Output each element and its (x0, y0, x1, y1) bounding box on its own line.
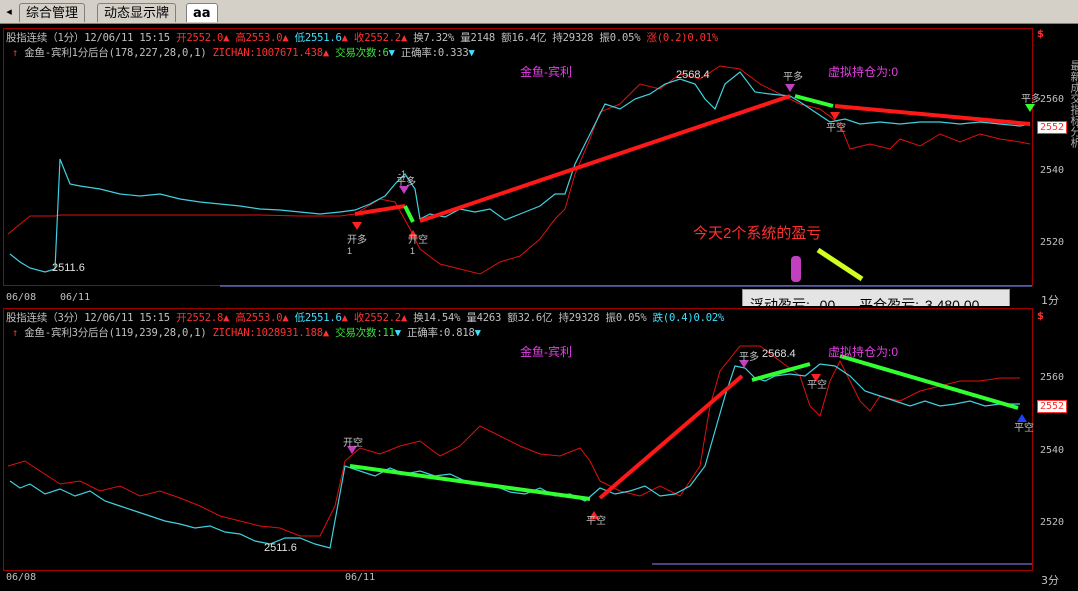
signal-num: 1 (347, 246, 352, 256)
trade-line (751, 362, 811, 382)
axis-tick: 2540 (1040, 445, 1065, 456)
signal-close-long: 平多 (1021, 92, 1041, 105)
trade-line (598, 374, 744, 500)
strategy-label: 金鱼-宾利 (520, 64, 572, 79)
low-price-label: 2511.6 (264, 542, 297, 554)
side-panel-tabs[interactable]: 最新成交指标分析 (1067, 60, 1078, 260)
highlight-blob (791, 256, 801, 282)
signal-num: 1 (410, 246, 415, 256)
trade-line (419, 94, 791, 223)
signal-num: -1 (398, 169, 406, 179)
date-label: 06/08 (6, 292, 37, 303)
period-label[interactable]: 3分 (1041, 572, 1059, 588)
add-indicator-icon[interactable]: $ (1037, 311, 1044, 322)
peak-price-label: 2568.4 (762, 348, 796, 360)
last-price-tag: 2552 (1037, 121, 1068, 134)
strategy-label: 金鱼-宾利 (520, 344, 572, 359)
signal-close-short: 平空 (826, 121, 846, 134)
signal-close-short: 平空 (1014, 421, 1034, 434)
tab-bar: ◂ 综合管理 动态显示牌 aa (0, 0, 1078, 24)
signal-close-long: 平多 (783, 70, 803, 83)
trade-line (349, 464, 591, 501)
signal-close-long: 平多 (739, 350, 759, 363)
signal-close-short: 平空 (807, 378, 827, 391)
virtual-position-label: 虚拟持仓为:0 (828, 344, 898, 359)
axis-tick: 2520 (1040, 237, 1065, 248)
add-indicator-icon[interactable]: $ (1037, 29, 1044, 40)
date-label: 06/11 (345, 572, 376, 583)
axis-tick: 2520 (1040, 517, 1065, 528)
signal-open-short: 开空 (343, 436, 363, 449)
trade-line (839, 354, 1019, 410)
signal-open-long: 开多 (347, 233, 367, 246)
peak-price-label: 2568.4 (676, 69, 710, 81)
trade-line (834, 104, 1031, 126)
tab-dynamic-board[interactable]: 动态显示牌 (97, 3, 177, 22)
tab-comprehensive-management[interactable]: 综合管理 (19, 3, 86, 22)
low-price-label: 2511.6 (52, 262, 85, 274)
signal-close-short: 平空 (586, 514, 606, 527)
axis-tick: 2560 (1040, 372, 1065, 383)
axis-tick: 2540 (1040, 165, 1065, 176)
trade-line (403, 205, 415, 223)
virtual-position-label: 虚拟持仓为:0 (828, 64, 898, 79)
annotation-text: 今天2个系统的盈亏 (693, 225, 821, 242)
chart-panel-3min[interactable]: 股指连续（3分）12/06/11 15:15 开2552.8▲ 高2553.0▲… (0, 306, 1078, 591)
chart-1min-svg: 开多 1 平多 -1 开空 1 平多 平空 平多 金鱼-宾利 虚拟持仓为:0 2… (7, 64, 1041, 287)
chart-3min-svg: 开空 平空 平多 平空 平空 金鱼-宾利 虚拟持仓为:0 2568.4 2511… (7, 344, 1034, 565)
tab-aa[interactable]: aa (186, 3, 218, 22)
date-label: 06/11 (60, 292, 91, 303)
signal-open-short: 开空 (408, 233, 428, 246)
axis-tick: 2560 (1040, 94, 1065, 105)
highlight-mark (816, 247, 864, 282)
last-price-tag: 2552 (1037, 400, 1068, 413)
date-label: 06/08 (6, 572, 37, 583)
chart-panel-1min[interactable]: 股指连续（1分）12/06/11 15:15 开2552.0▲ 高2553.0▲… (0, 24, 1078, 307)
scroll-left-icon[interactable]: ◂ (2, 3, 16, 20)
